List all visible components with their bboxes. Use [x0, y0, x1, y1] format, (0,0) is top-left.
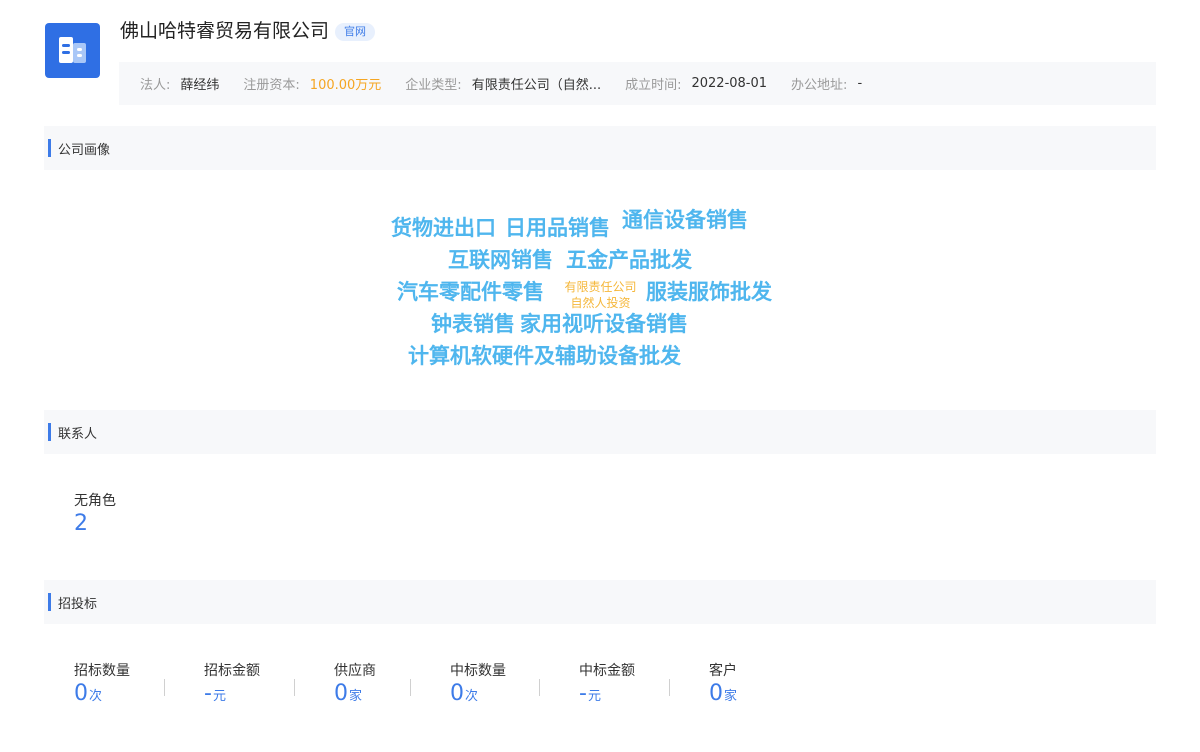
section-bidding-header: 招投标 [44, 580, 1156, 624]
word-cloud-term[interactable]: 互联网销售 [448, 246, 553, 274]
registered-capital-label: 注册资本: [243, 78, 300, 93]
stat-unit: 次 [465, 689, 479, 704]
company-name: 佛山哈特睿贸易有限公司 [120, 20, 330, 42]
company-info-bar: 法人: 薛经纬 注册资本: 100.00万元 企业类型: 有限责任公司（自然..… [119, 62, 1156, 105]
word-cloud-term[interactable]: 货物进出口 [391, 214, 496, 242]
registered-capital-item: 注册资本: 100.00万元 [243, 74, 381, 93]
word-cloud-term[interactable]: 家用视听设备销售 [520, 310, 688, 338]
founded-date-item: 成立时间: 2022-08-01 [625, 74, 767, 93]
bidding-stats: 招标数量 0次 招标金额 -元 供应商 0家 中标数量 0次 中标金额 -元 客… [0, 662, 1200, 712]
stat-label: 中标数量 [450, 663, 506, 679]
section-contacts-title: 联系人 [58, 426, 98, 442]
legal-person-value[interactable]: 薛经纬 [180, 74, 219, 93]
section-marker [48, 139, 51, 157]
stat-label: 招标数量 [74, 663, 130, 679]
office-address-label: 办公地址: [791, 78, 848, 93]
stat-divider [410, 679, 411, 696]
registered-capital-value: 100.00万元 [309, 78, 382, 93]
section-portrait-header: 公司画像 [44, 126, 1156, 170]
contact-role-stat: 无角色 2 [74, 492, 116, 538]
word-cloud-term[interactable]: 通信设备销售 [622, 206, 748, 234]
stat-divider [164, 679, 165, 696]
word-cloud: 货物进出口 日用品销售 通信设备销售 互联网销售 五金产品批发 汽车零配件零售 … [0, 0, 1200, 752]
word-cloud-term[interactable]: 五金产品批发 [566, 246, 692, 274]
company-type-item: 企业类型: 有限责任公司（自然... [405, 74, 601, 93]
stat-divider [294, 679, 295, 696]
section-bidding-title: 招投标 [58, 596, 98, 612]
company-title: 佛山哈特睿贸易有限公司 官网 [120, 18, 376, 44]
stat-tender-amount[interactable]: 招标金额 -元 [204, 662, 260, 708]
stat-label: 供应商 [334, 663, 376, 679]
company-type-label: 企业类型: [405, 78, 462, 93]
stat-value: 0 [450, 681, 464, 706]
building-icon [59, 37, 86, 63]
section-marker [48, 593, 51, 611]
official-site-badge[interactable]: 官网 [335, 23, 376, 41]
stat-value: 0 [74, 681, 88, 706]
stat-award-count[interactable]: 中标数量 0次 [450, 662, 506, 708]
word-cloud-term[interactable]: 日用品销售 [505, 214, 610, 242]
word-cloud-term[interactable]: 汽车零配件零售 [397, 278, 544, 306]
stat-value: - [204, 681, 212, 706]
word-cloud-term[interactable]: 服装服饰批发 [646, 278, 772, 306]
company-logo [45, 23, 100, 78]
legal-person-item: 法人: 薛经纬 [140, 74, 219, 93]
stat-unit: 家 [349, 689, 363, 704]
word-cloud-term-small[interactable]: 自然人投资 [558, 295, 643, 311]
stat-label: 招标金额 [204, 663, 260, 679]
section-portrait-title: 公司画像 [58, 142, 111, 158]
section-marker [48, 423, 51, 441]
contact-role-label: 无角色 [74, 493, 116, 509]
word-cloud-term[interactable]: 钟表销售 [431, 310, 515, 338]
office-address-value: - [857, 76, 863, 91]
legal-person-label: 法人: [140, 78, 171, 93]
stat-unit: 家 [724, 689, 738, 704]
founded-date-label: 成立时间: [625, 78, 682, 93]
stat-value: - [579, 681, 587, 706]
stat-divider [669, 679, 670, 696]
stat-unit: 元 [587, 689, 601, 704]
stat-divider [539, 679, 540, 696]
stat-label: 客户 [709, 663, 737, 679]
section-contacts-header: 联系人 [44, 410, 1156, 454]
stat-suppliers[interactable]: 供应商 0家 [334, 662, 376, 708]
contact-role-count[interactable]: 2 [74, 510, 116, 538]
word-cloud-term-small[interactable]: 有限责任公司 [558, 279, 643, 295]
stat-label: 中标金额 [579, 663, 635, 679]
stat-value: 0 [334, 681, 348, 706]
stat-customers[interactable]: 客户 0家 [709, 662, 737, 708]
stat-tender-count[interactable]: 招标数量 0次 [74, 662, 130, 708]
office-address-item: 办公地址: - [791, 74, 862, 93]
stat-award-amount[interactable]: 中标金额 -元 [579, 662, 635, 708]
word-cloud-term[interactable]: 计算机软硬件及辅助设备批发 [408, 342, 681, 370]
stat-value: 0 [709, 681, 723, 706]
founded-date-value: 2022-08-01 [691, 76, 768, 91]
stat-unit: 元 [212, 689, 226, 704]
company-type-value: 有限责任公司（自然... [471, 78, 602, 93]
stat-unit: 次 [89, 689, 103, 704]
